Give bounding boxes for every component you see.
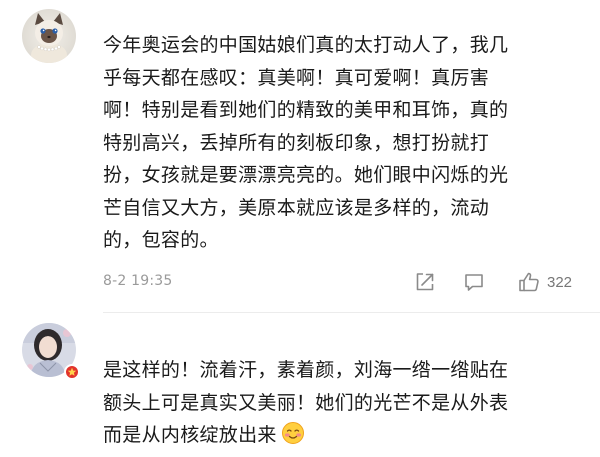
comment-text: 今年奥运会的中国姑娘们真的太打动人了，我几 乎每天都在感叹：真美啊！真可爱啊！真… bbox=[103, 34, 509, 251]
reply-button[interactable] bbox=[463, 270, 485, 294]
comment-text-wrapper: 是这样的！流着汗，素着颜，刘海一绺一绺贴在 额头上可是真实又美丽！她们的光芒不是… bbox=[103, 354, 593, 456]
comment-meta-row: 8-2 19:35 322 bbox=[103, 267, 583, 297]
comment-item: 是这样的！流着汗，素着颜，刘海一绺一绺贴在 额头上可是真实又美丽！她们的光芒不是… bbox=[0, 313, 600, 457]
share-button[interactable] bbox=[414, 270, 436, 294]
blushing-face-icon bbox=[281, 421, 305, 456]
like-button[interactable]: 322 bbox=[517, 270, 572, 294]
comment-text: 是这样的！流着汗，素着颜，刘海一绺一绺贴在 额头上可是真实又美丽！她们的光芒不是… bbox=[103, 359, 509, 446]
user-avatar[interactable] bbox=[22, 9, 76, 63]
share-icon bbox=[416, 273, 434, 291]
like-count: 322 bbox=[547, 273, 573, 291]
comment-item: 今年奥运会的中国姑娘们真的太打动人了，我几 乎每天都在感叹：真美啊！真可爱啊！真… bbox=[0, 0, 600, 313]
comment-icon bbox=[465, 274, 483, 291]
cat-avatar-icon bbox=[22, 9, 76, 63]
thumbs-up-icon bbox=[519, 272, 539, 292]
comment-timestamp: 8-2 19:35 bbox=[103, 273, 173, 289]
star-badge-icon bbox=[64, 364, 80, 380]
